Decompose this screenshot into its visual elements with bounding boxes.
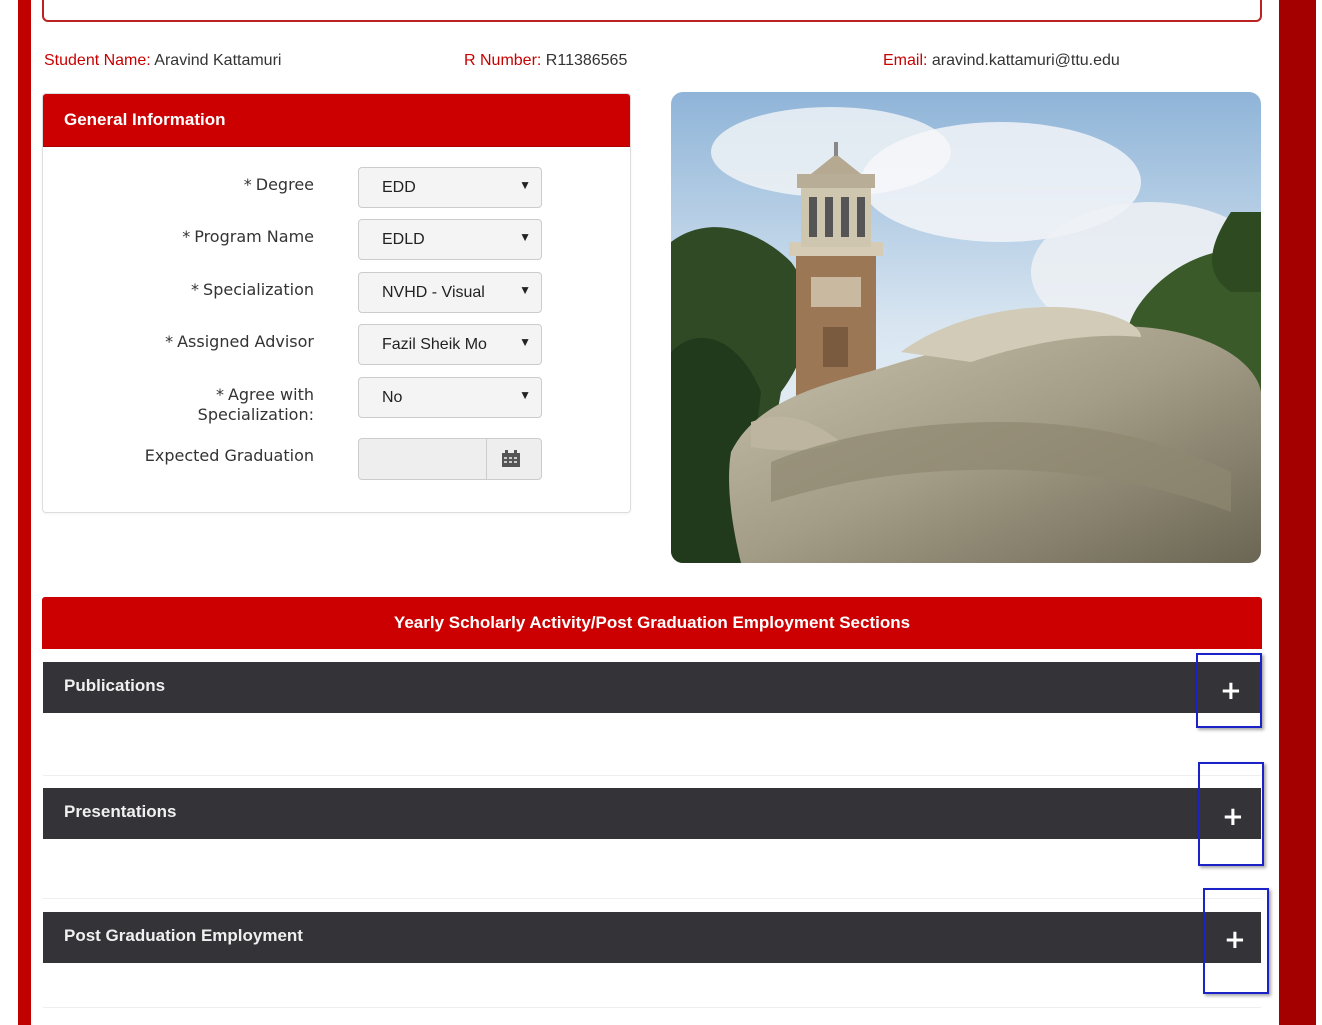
section-separator xyxy=(43,775,1261,776)
agree-with-specialization-label: * Agree with Specialization: xyxy=(197,385,314,424)
expected-graduation-label: Expected Graduation xyxy=(144,446,314,465)
program-name-value: EDLD xyxy=(382,231,425,248)
caret-down-icon: ▼ xyxy=(519,388,531,402)
publications-expand-button[interactable]: + xyxy=(1196,653,1262,728)
section-separator xyxy=(43,1007,1261,1008)
presentations-expand-button[interactable]: + xyxy=(1198,762,1264,866)
page-frame-right xyxy=(1279,0,1316,1025)
specialization-label: * Specialization xyxy=(191,280,314,299)
plus-icon: + xyxy=(1220,676,1242,706)
caret-down-icon: ▼ xyxy=(519,230,531,244)
email-value: aravind.kattamuri@ttu.edu xyxy=(931,52,1120,69)
r-number-info: R Number: R11386565 xyxy=(464,52,628,69)
presentations-section-bar[interactable]: Presentations xyxy=(43,788,1261,839)
degree-label: * Degree xyxy=(243,175,314,194)
date-field-divider xyxy=(486,439,487,479)
student-name-label: Student Name xyxy=(44,52,147,69)
general-information-title: General Information xyxy=(43,94,630,147)
agree-value: No xyxy=(382,389,403,406)
student-name-value: Aravind Kattamuri xyxy=(154,52,282,69)
agree-with-specialization-select[interactable]: No ▼ xyxy=(358,377,542,418)
top-panel-edge xyxy=(42,0,1262,22)
publications-section-bar[interactable]: Publications xyxy=(43,662,1261,713)
plus-icon: + xyxy=(1222,802,1244,832)
r-number-label: R Number xyxy=(464,52,537,69)
plus-icon: + xyxy=(1224,925,1246,955)
campus-photo xyxy=(671,92,1261,563)
assigned-advisor-label: * Assigned Advisor xyxy=(165,332,314,351)
degree-value: EDD xyxy=(382,179,416,196)
program-name-select[interactable]: EDLD ▼ xyxy=(358,219,542,260)
sections-header: Yearly Scholarly Activity/Post Graduatio… xyxy=(42,597,1262,649)
specialization-value: NVHD - Visual xyxy=(382,284,485,301)
specialization-select[interactable]: NVHD - Visual ▼ xyxy=(358,272,542,313)
calendar-icon[interactable] xyxy=(501,450,521,468)
caret-down-icon: ▼ xyxy=(519,178,531,192)
expected-graduation-field[interactable] xyxy=(358,438,542,480)
caret-down-icon: ▼ xyxy=(519,335,531,349)
assigned-advisor-value: Fazil Sheik Mo xyxy=(382,336,487,353)
email-label: Email xyxy=(883,52,924,69)
program-name-label: * Program Name xyxy=(182,227,314,246)
section-separator xyxy=(43,898,1261,899)
caret-down-icon: ▼ xyxy=(519,283,531,297)
page-frame-left xyxy=(18,0,31,1025)
assigned-advisor-select[interactable]: Fazil Sheik Mo ▼ xyxy=(358,324,542,365)
general-information-panel: General Information * Degree EDD ▼ * Progr… xyxy=(42,93,631,513)
degree-select[interactable]: EDD ▼ xyxy=(358,167,542,208)
student-name-info: Student Name: Aravind Kattamuri xyxy=(44,52,282,69)
r-number-value: R11386565 xyxy=(545,52,628,69)
post-graduation-employment-section-bar[interactable]: Post Graduation Employment xyxy=(43,912,1261,963)
post-graduation-employment-expand-button[interactable]: + xyxy=(1203,888,1269,994)
email-info: Email: aravind.kattamuri@ttu.edu xyxy=(883,52,1120,69)
